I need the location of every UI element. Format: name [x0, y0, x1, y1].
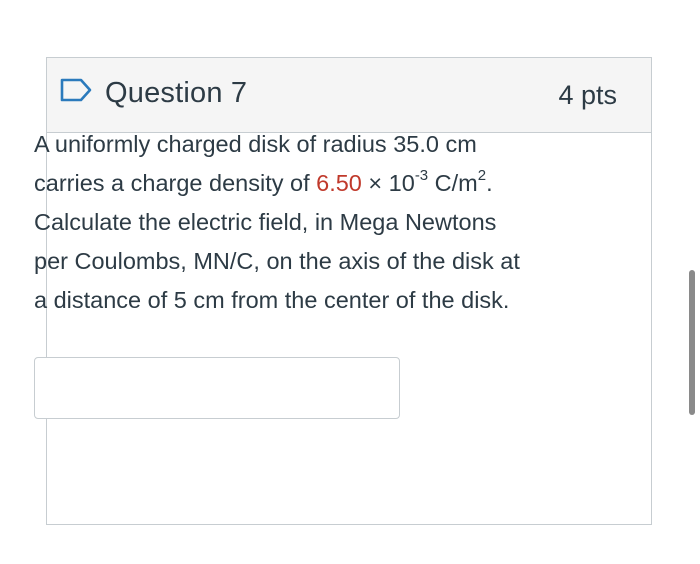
question-line: A uniformly charged disk of radius 35.0 … — [34, 131, 477, 157]
unit-exponent: 2 — [477, 167, 487, 185]
question-text-fragment: carries a charge density of — [34, 170, 317, 196]
period: . — [486, 170, 493, 196]
variable-value: 6.50 — [316, 170, 362, 196]
exponent: -3 — [414, 167, 429, 185]
question-header: Question 7 4 pts — [47, 58, 651, 133]
answer-input[interactable] — [34, 357, 400, 419]
question-line: a distance of 5 cm from the center of th… — [34, 287, 510, 313]
scrollbar-thumb[interactable] — [689, 270, 695, 415]
question-points: 4 pts — [558, 80, 617, 110]
flag-question-icon[interactable] — [59, 77, 93, 103]
question-title: Question 7 — [105, 77, 248, 109]
unit-text: C/m — [428, 170, 478, 196]
times-ten-text: × 10 — [361, 170, 415, 196]
question-text: A uniformly charged disk of radius 35.0 … — [34, 125, 579, 320]
question-line-charge-density: carries a charge density of 6.50 × 10-3 … — [34, 164, 579, 203]
question-line: Calculate the electric field, in Mega Ne… — [34, 209, 497, 235]
question-line: per Coulombs, MN/C, on the axis of the d… — [34, 248, 520, 274]
